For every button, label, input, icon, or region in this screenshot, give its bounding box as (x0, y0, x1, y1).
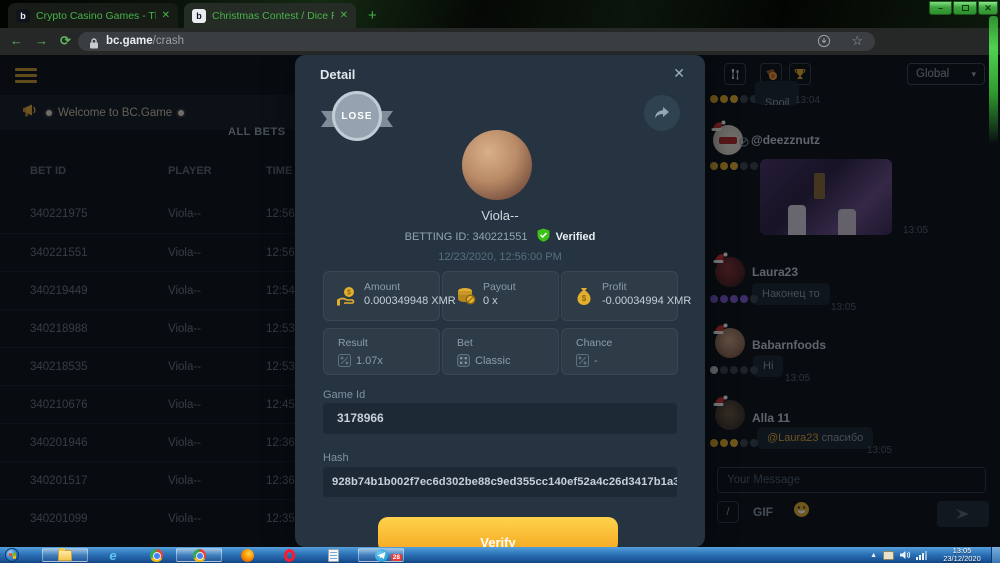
modal-title: Detail (320, 67, 355, 82)
stat-profit: $ Profit -0.00034994 XMR (561, 271, 678, 321)
window-minimize-button[interactable]: – (929, 1, 952, 15)
bet-datetime: 12/23/2020, 12:56:00 PM (295, 251, 705, 263)
stat-amount: $ Amount 0.000349948 XMR (323, 271, 440, 321)
opera-icon (284, 549, 295, 562)
dice-icon (457, 354, 470, 367)
taskbar-notepad-button[interactable] (316, 548, 350, 562)
stat-value: -0.00034994 XMR (602, 295, 691, 307)
notepad-icon (328, 549, 339, 562)
system-tray: ▲ 13:05 23/12/2020 (870, 547, 1000, 563)
bcgame-page: Welcome to BC.Game ALL BETS BET ID PLAYE… (0, 55, 1000, 547)
player-name: Viola-- (295, 208, 705, 223)
folder-icon (58, 550, 72, 561)
stat-chance: Chance - (561, 328, 678, 375)
betting-id-value: 340221551 (472, 231, 527, 243)
network-signal-icon[interactable] (916, 550, 928, 560)
stat-label: Chance (576, 337, 612, 349)
telegram-icon (375, 549, 388, 562)
verified-shield-icon (537, 228, 550, 242)
stat-value: 0 x (483, 295, 516, 307)
coin-stack-icon (455, 286, 477, 311)
stat-label: Payout (483, 281, 516, 293)
back-icon[interactable]: ← (10, 33, 23, 48)
hash-label: Hash (323, 452, 349, 464)
chrome-icon (150, 549, 163, 562)
tab-title: Christmas Contest / Dice Roll Hu (212, 10, 334, 22)
stat-label: Bet (457, 337, 473, 349)
stat-result: Result 1.07x (323, 328, 440, 375)
svg-text:$: $ (347, 290, 351, 297)
window-restore-button[interactable] (953, 1, 977, 15)
clock-date: 23/12/2020 (936, 555, 988, 563)
share-arrow-icon (654, 106, 670, 120)
player-avatar[interactable] (462, 130, 532, 200)
stat-value: 1.07x (356, 355, 383, 367)
chrome-icon (193, 549, 206, 562)
stat-value: - (594, 355, 598, 367)
stat-label: Profit (602, 281, 691, 293)
hash-field[interactable]: 928b74b1b002f7ec6d302be88c9ed355cc140ef5… (323, 467, 677, 497)
tab-title: Crypto Casino Games - The 16 B (36, 10, 156, 22)
game-id-field[interactable]: 3178966 (323, 403, 677, 434)
firefox-icon (241, 549, 254, 562)
taskbar-telegram-button[interactable]: 28 (358, 548, 404, 562)
game-id-label: Game Id (323, 389, 365, 401)
tab-crypto-casino[interactable]: b Crypto Casino Games - The 16 B ✕ (8, 3, 178, 28)
betting-id-line: BETTING ID: 340221551 Verified (295, 228, 705, 243)
taskbar-ie-button[interactable]: e (95, 548, 131, 562)
graph-icon (338, 354, 351, 367)
url-bar[interactable]: bc.game/crash ☆ (78, 32, 875, 51)
scrollbar-thumb[interactable] (989, 16, 998, 144)
start-button[interactable] (5, 548, 19, 562)
browser-navbar: ← → ⟳ bc.game/crash ☆ ⋮ (0, 28, 1000, 55)
url-host: bc.game (106, 35, 153, 47)
svg-text:$: $ (582, 294, 587, 303)
tab-close-icon[interactable]: ✕ (340, 10, 348, 21)
refresh-icon[interactable]: ⟳ (60, 33, 71, 49)
taskbar-opera-button[interactable] (272, 548, 306, 562)
stat-payout: Payout 0 x (442, 271, 559, 321)
speaker-icon[interactable] (900, 550, 911, 560)
internet-explorer-icon: e (109, 548, 116, 563)
taskbar-clock[interactable]: 13:05 23/12/2020 (936, 547, 988, 563)
taskbar: e 28 ▲ 13:05 23/12/2020 (0, 547, 1000, 563)
coin-hand-icon: $ (336, 286, 358, 311)
verify-button[interactable]: Verify (378, 517, 618, 547)
tab-christmas-contest[interactable]: b Christmas Contest / Dice Roll Hu ✕ (184, 3, 356, 28)
stat-bet: Bet Classic (442, 328, 559, 375)
taskbar-chrome-pinned-button[interactable] (140, 548, 172, 562)
show-desktop-button[interactable] (991, 547, 1000, 563)
screen: b Crypto Casino Games - The 16 B ✕ b Chr… (0, 0, 1000, 563)
betting-id-label: BETTING ID: (405, 231, 470, 243)
tray-expand-icon[interactable]: ▲ (870, 552, 877, 559)
save-page-icon[interactable] (817, 34, 831, 51)
tab-close-icon[interactable]: ✕ (162, 10, 170, 21)
bcgame-favicon: b (192, 9, 206, 23)
lock-icon (89, 36, 99, 54)
taskbar-firefox-button[interactable] (230, 548, 264, 562)
verified-label: Verified (556, 231, 596, 243)
bet-detail-modal: Detail ✕ LOSE Viola-- BETTING ID: 340221… (295, 55, 705, 547)
url-path: /crash (153, 35, 184, 47)
taskbar-chrome-active-button[interactable] (176, 548, 222, 562)
stat-value: Classic (475, 355, 510, 367)
window-close-button[interactable]: ✕ (978, 1, 998, 15)
telegram-unread-badge: 28 (391, 554, 402, 561)
browser-tabstrip: b Crypto Casino Games - The 16 B ✕ b Chr… (0, 0, 1000, 28)
lose-badge: LOSE (321, 87, 393, 145)
taskbar-explorer-button[interactable] (42, 548, 88, 562)
bookmark-star-icon[interactable]: ☆ (851, 33, 863, 49)
money-bag-icon: $ (574, 286, 594, 311)
new-tab-button[interactable]: + (368, 7, 377, 24)
stat-label: Result (338, 337, 368, 349)
forward-icon[interactable]: → (35, 33, 48, 48)
bcgame-favicon: b (16, 9, 30, 23)
keyboard-layout-icon[interactable] (883, 551, 894, 560)
graph-icon (576, 354, 589, 367)
modal-close-icon[interactable]: ✕ (673, 65, 685, 82)
share-button[interactable] (644, 95, 680, 131)
